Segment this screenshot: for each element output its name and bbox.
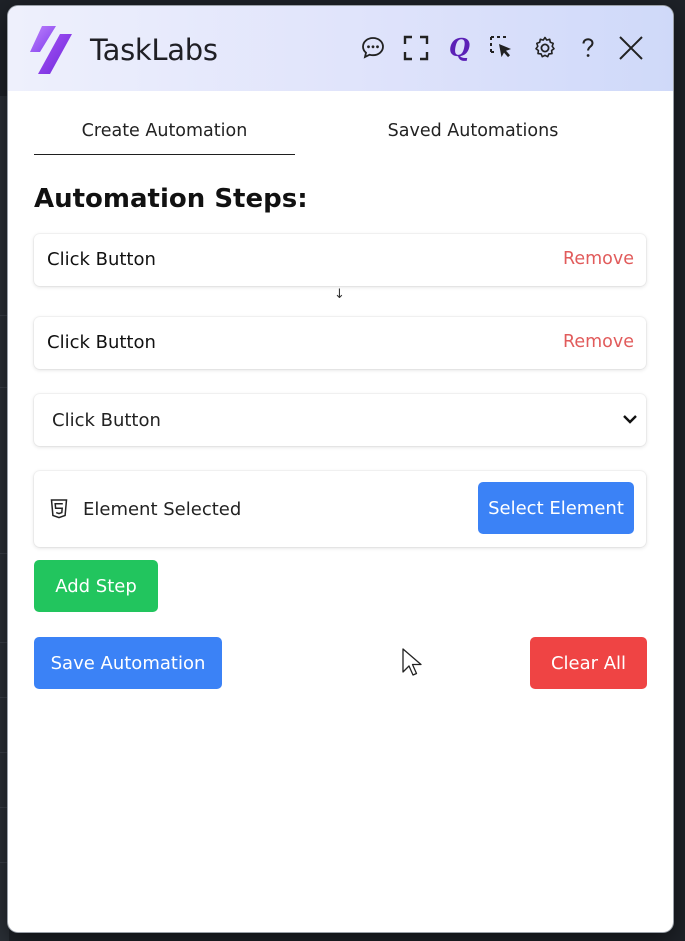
- select-value: Click Button: [52, 410, 161, 431]
- close-icon: [619, 36, 643, 60]
- svg-text:Q: Q: [449, 34, 470, 62]
- chat-button[interactable]: [358, 33, 388, 63]
- section-title: Automation Steps:: [34, 184, 308, 214]
- q-logo-icon: Q: [449, 34, 470, 62]
- html5-icon: [50, 499, 68, 519]
- remove-step-button[interactable]: Remove: [563, 249, 634, 269]
- gear-icon: [535, 36, 555, 58]
- tab-bar: Create Automation Saved Automations: [34, 108, 646, 155]
- select-cursor-icon: [490, 36, 511, 58]
- remove-step-button[interactable]: Remove: [563, 332, 634, 352]
- tasklabs-panel: TaskLabs Q Create Automation Saved Autom…: [8, 6, 673, 932]
- step-label: Click Button: [47, 332, 156, 353]
- save-automation-button[interactable]: Save Automation: [34, 637, 222, 689]
- fullscreen-icon: [403, 35, 429, 61]
- clear-all-button[interactable]: Clear All: [530, 637, 647, 689]
- close-button[interactable]: [616, 33, 646, 63]
- element-selection-card: Element Selected Select Element: [34, 471, 646, 547]
- select-element-button[interactable]: Select Element: [478, 482, 634, 534]
- tab-create-automation[interactable]: Create Automation: [34, 108, 295, 155]
- mouse-pointer-icon: [402, 648, 422, 676]
- help-icon: [582, 38, 594, 57]
- brand-name: TaskLabs: [90, 33, 218, 67]
- q-button[interactable]: Q: [444, 33, 474, 63]
- panel-header: TaskLabs Q: [8, 6, 673, 91]
- step-card: Click Button Remove: [34, 234, 646, 286]
- step-label: Click Button: [47, 249, 156, 270]
- action-type-select[interactable]: Click Button: [34, 394, 646, 446]
- fullscreen-button[interactable]: [401, 33, 431, 63]
- add-step-button[interactable]: Add Step: [34, 560, 158, 612]
- step-card: Click Button Remove: [34, 317, 646, 369]
- help-button[interactable]: [573, 33, 603, 63]
- step-connector-arrow-icon: ↓: [334, 287, 345, 302]
- select-element-tool-button[interactable]: [487, 33, 517, 63]
- tasklabs-logo-icon: [30, 26, 72, 74]
- chevron-down-icon: [623, 415, 637, 424]
- tab-saved-automations[interactable]: Saved Automations: [340, 108, 606, 154]
- chat-bubble-icon: [362, 37, 384, 59]
- element-status-text: Element Selected: [83, 499, 242, 520]
- settings-button[interactable]: [530, 33, 560, 63]
